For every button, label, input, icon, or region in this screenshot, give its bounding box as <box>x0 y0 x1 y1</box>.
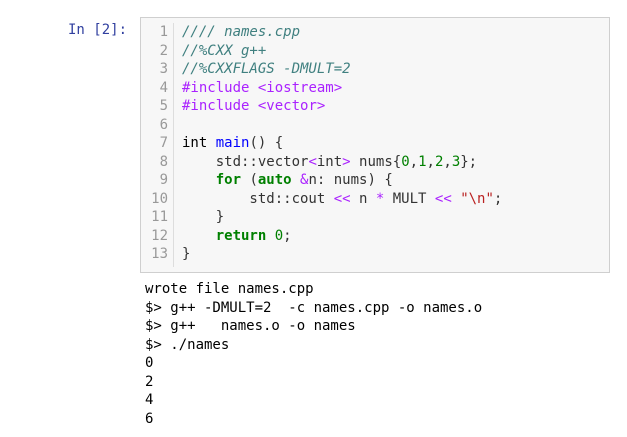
output-line: $> ./names <box>145 336 230 353</box>
output-line: $> g++ -DMULT=2 -c names.cpp -o names.o <box>145 299 483 316</box>
code-line: for (auto &n: nums) { <box>182 171 502 190</box>
line-number-gutter: 1 2 3 4 5 6 7 8 9 10 11 12 13 <box>141 23 174 267</box>
punctuation: ; <box>283 227 292 244</box>
cell-prompt: In [2]: <box>68 22 128 38</box>
operator: << <box>434 190 452 207</box>
output-line: 4 <box>145 392 154 408</box>
code-line: #include <vector> <box>182 97 502 116</box>
line-number: 7 <box>159 135 168 151</box>
output-line: 0 <box>145 355 154 371</box>
code-text-span: } <box>182 209 225 225</box>
operator: < <box>308 153 317 170</box>
code-text[interactable]: //// names.cpp //%CXX g++ //%CXXFLAGS -D… <box>182 23 502 264</box>
output-line: 6 <box>145 410 154 427</box>
line-number: 9 <box>159 172 168 188</box>
code-text-span: } <box>182 246 191 262</box>
code-text-span: () { <box>249 135 284 151</box>
number-literal: 0 <box>401 153 410 170</box>
number-literal: 1 <box>418 153 427 170</box>
string-literal: "\n" <box>460 190 494 207</box>
line-number: 12 <box>151 227 168 244</box>
output-line: $> g++ names.o -o names <box>145 318 356 334</box>
keyword: auto <box>257 172 292 188</box>
type-keyword: int <box>316 153 343 170</box>
code-text-span: MULT <box>384 190 435 207</box>
code-line: return 0; <box>182 227 502 246</box>
code-text-span: nums{ <box>350 153 402 170</box>
keyword: return <box>215 227 267 244</box>
punctuation: }; <box>460 153 478 170</box>
operator: > <box>342 153 351 170</box>
code-line: int main() { <box>182 134 502 153</box>
line-number: 5 <box>159 98 168 114</box>
output-line: 2 <box>145 373 154 390</box>
include-target: <iostream> <box>249 79 343 96</box>
punctuation: , <box>409 153 419 170</box>
function-name: main <box>215 135 250 151</box>
code-text-span: std::cout <box>182 190 334 207</box>
line-number: 13 <box>151 246 168 262</box>
code-text-span: ( <box>241 172 258 188</box>
line-number: 1 <box>159 24 168 40</box>
code-text-span: n <box>350 190 376 207</box>
number-literal: 0 <box>274 227 284 244</box>
code-text-span: n: nums) { <box>308 172 393 188</box>
output-line: wrote file names.cpp <box>145 281 314 297</box>
code-line: std::vector<int> nums{0,1,2,3}; <box>182 153 502 172</box>
punctuation: ; <box>493 190 503 207</box>
keyword: for <box>215 172 242 188</box>
punctuation: , <box>443 153 452 170</box>
line-number: 2 <box>159 42 168 59</box>
include-target: <vector> <box>249 98 326 114</box>
line-number: 3 <box>159 61 168 77</box>
line-number: 4 <box>159 79 168 96</box>
code-text-span: std::vector <box>182 153 309 170</box>
code-line: #include <iostream> <box>182 79 502 98</box>
comment: //// names.cpp <box>182 24 301 40</box>
number-literal: 3 <box>451 153 461 170</box>
type-keyword: int <box>182 135 216 151</box>
include-directive: #include <box>182 79 250 96</box>
code-line: std::cout << n * MULT << "\n"; <box>182 190 502 209</box>
comment: //%CXXFLAGS -DMULT=2 <box>182 61 351 77</box>
include-directive: #include <box>182 98 250 114</box>
line-number: 11 <box>151 209 168 225</box>
cell-output: wrote file names.cpp $> g++ -DMULT=2 -c … <box>145 280 482 428</box>
punctuation: , <box>426 153 435 170</box>
code-line: } <box>182 245 502 264</box>
code-cell-editor[interactable]: 1 2 3 4 5 6 7 8 9 10 11 12 13 //// names… <box>140 17 610 273</box>
code-line: //// names.cpp <box>182 23 502 42</box>
comment: //%CXX g++ <box>182 42 267 59</box>
line-number: 10 <box>151 190 168 207</box>
line-number: 6 <box>159 116 168 133</box>
code-line: //%CXX g++ <box>182 42 502 61</box>
code-line: //%CXXFLAGS -DMULT=2 <box>182 60 502 79</box>
operator: << <box>333 190 351 207</box>
code-line: } <box>182 208 502 227</box>
line-number: 8 <box>159 153 168 170</box>
